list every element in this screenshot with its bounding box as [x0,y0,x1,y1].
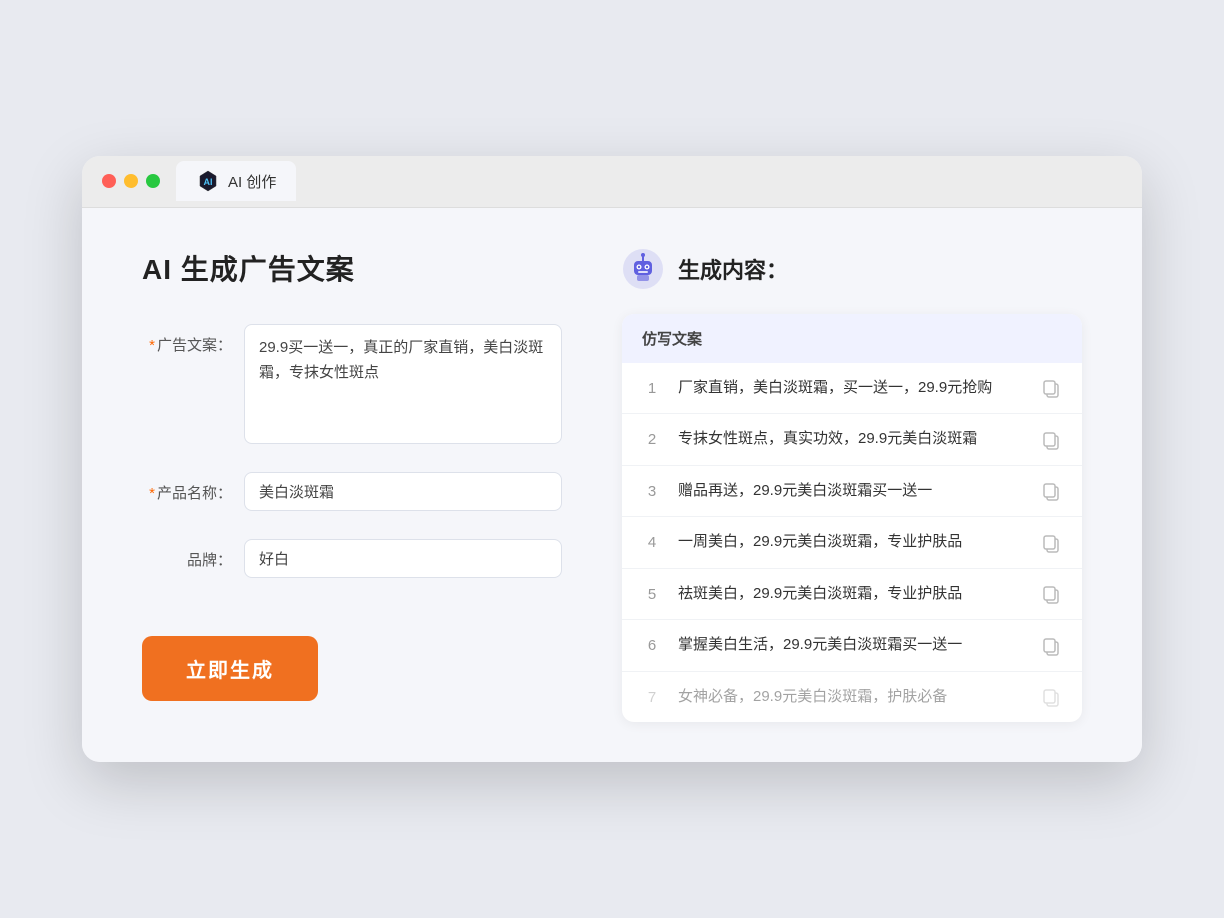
result-row: 3 赠品再送，29.9元美白淡斑霜买一送一 [622,466,1082,518]
brand-group: 品牌： [142,539,562,578]
result-row: 4 一周美白，29.9元美白淡斑霜，专业护肤品 [622,517,1082,569]
row-number: 2 [642,431,662,448]
tab-label: AI 创作 [228,171,276,192]
row-text: 专抹女性斑点，真实功效，29.9元美白淡斑霜 [678,428,1024,451]
row-number: 3 [642,483,662,500]
main-layout: AI 生成广告文案 *广告文案： *产品名称： [142,248,1082,723]
copy-icon[interactable] [1040,429,1062,451]
row-text: 女神必备，29.9元美白淡斑霜，护肤必备 [678,686,1024,709]
results-title: 生成内容： [678,253,788,285]
result-row: 1 厂家直销，美白淡斑霜，买一送一，29.9元抢购 [622,363,1082,415]
row-number: 6 [642,637,662,654]
row-number: 1 [642,380,662,397]
result-row: 6 掌握美白生活，29.9元美白淡斑霜买一送一 [622,620,1082,672]
row-number: 7 [642,689,662,706]
brand-input[interactable] [244,539,562,578]
results-table-header: 仿写文案 [622,314,1082,363]
row-text: 掌握美白生活，29.9元美白淡斑霜买一送一 [678,634,1024,657]
ad-copy-group: *广告文案： [142,324,562,444]
generate-button[interactable]: 立即生成 [142,636,318,701]
maximize-button[interactable] [146,174,160,188]
browser-titlebar: AI AI 创作 [82,156,1142,208]
product-name-label: *产品名称： [142,472,232,503]
copy-icon[interactable] [1040,583,1062,605]
copy-icon[interactable] [1040,686,1062,708]
ai-tab-icon: AI [196,169,220,193]
result-row: 2 专抹女性斑点，真实功效，29.9元美白淡斑霜 [622,414,1082,466]
right-panel: 生成内容： 仿写文案 1 厂家直销，美白淡斑霜，买一送一，29.9元抢购 2 专… [622,248,1082,723]
row-text: 厂家直销，美白淡斑霜，买一送一，29.9元抢购 [678,377,1024,400]
svg-text:AI: AI [204,177,213,187]
copy-icon[interactable] [1040,532,1062,554]
minimize-button[interactable] [124,174,138,188]
ai-creation-tab[interactable]: AI AI 创作 [176,161,296,201]
left-panel: AI 生成广告文案 *广告文案： *产品名称： [142,248,562,701]
results-list: 1 厂家直销，美白淡斑霜，买一送一，29.9元抢购 2 专抹女性斑点，真实功效，… [622,363,1082,723]
row-number: 5 [642,586,662,603]
product-name-input[interactable] [244,472,562,511]
ad-copy-input[interactable] [244,324,562,444]
copy-icon[interactable] [1040,480,1062,502]
close-button[interactable] [102,174,116,188]
row-text: 赠品再送，29.9元美白淡斑霜买一送一 [678,480,1024,503]
row-text: 祛斑美白，29.9元美白淡斑霜，专业护肤品 [678,583,1024,606]
row-number: 4 [642,534,662,551]
results-table: 仿写文案 1 厂家直销，美白淡斑霜，买一送一，29.9元抢购 2 专抹女性斑点，… [622,314,1082,723]
results-header-area: 生成内容： [622,248,1082,290]
browser-window: AI AI 创作 AI 生成广告文案 *广告文案： *产 [82,156,1142,763]
result-row: 5 祛斑美白，29.9元美白淡斑霜，专业护肤品 [622,569,1082,621]
copy-icon[interactable] [1040,377,1062,399]
brand-label: 品牌： [142,539,232,570]
product-name-required: * [149,485,155,502]
ad-copy-required: * [149,337,155,354]
browser-content: AI 生成广告文案 *广告文案： *产品名称： [82,208,1142,763]
ad-copy-label: *广告文案： [142,324,232,355]
result-row: 7 女神必备，29.9元美白淡斑霜，护肤必备 [622,672,1082,723]
page-title: AI 生成广告文案 [142,248,562,288]
row-text: 一周美白，29.9元美白淡斑霜，专业护肤品 [678,531,1024,554]
product-name-group: *产品名称： [142,472,562,511]
copy-icon[interactable] [1040,635,1062,657]
traffic-lights [102,174,160,188]
robot-icon [622,248,664,290]
